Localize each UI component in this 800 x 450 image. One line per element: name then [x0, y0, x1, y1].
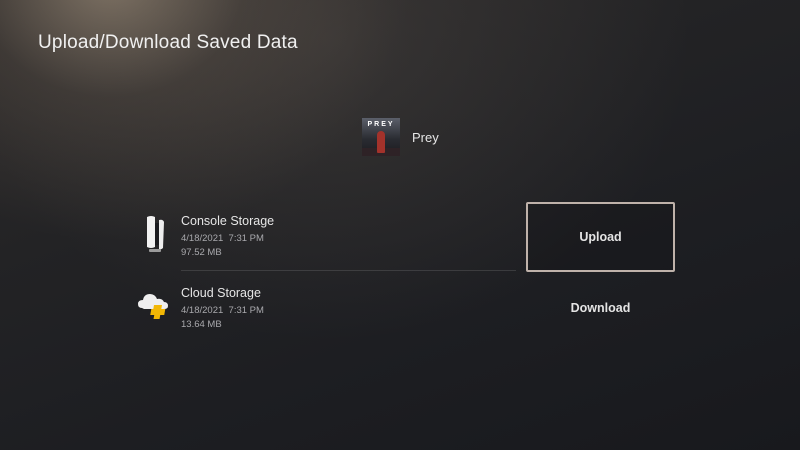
console-storage-name: Console Storage: [181, 214, 275, 228]
upload-button[interactable]: Upload: [526, 202, 675, 272]
cloud-storage-time: 7:31 PM: [228, 305, 264, 316]
cloud-storage-entry: Cloud Storage 4/18/2021 7:31 PM 13.64 MB: [136, 284, 264, 332]
cloud-storage-size: 13.64 MB: [181, 319, 222, 330]
console-storage-entry: Console Storage 4/18/2021 7:31 PM 97.52 …: [136, 212, 274, 260]
console-storage-date: 4/18/2021: [181, 233, 224, 244]
cloud-storage-date: 4/18/2021: [181, 305, 224, 316]
cloud-storage-name: Cloud Storage: [181, 286, 261, 300]
download-button[interactable]: Download: [526, 273, 675, 343]
console-storage-datetime: 4/18/2021 7:31 PM: [181, 232, 274, 246]
page-title: Upload/Download Saved Data: [38, 32, 298, 53]
ps5-console-icon: [136, 212, 172, 256]
game-thumbnail-logo: PREY: [367, 121, 395, 128]
storage-divider: [181, 270, 516, 271]
game-header: PREY Prey: [362, 118, 439, 156]
cloud-storage-datetime: 4/18/2021 7:31 PM: [181, 304, 264, 318]
game-name: Prey: [412, 129, 439, 145]
ps-plus-cloud-icon: [136, 284, 172, 328]
console-storage-time: 7:31 PM: [228, 233, 264, 244]
console-storage-size: 97.52 MB: [181, 247, 222, 258]
game-thumbnail: PREY: [362, 118, 400, 156]
